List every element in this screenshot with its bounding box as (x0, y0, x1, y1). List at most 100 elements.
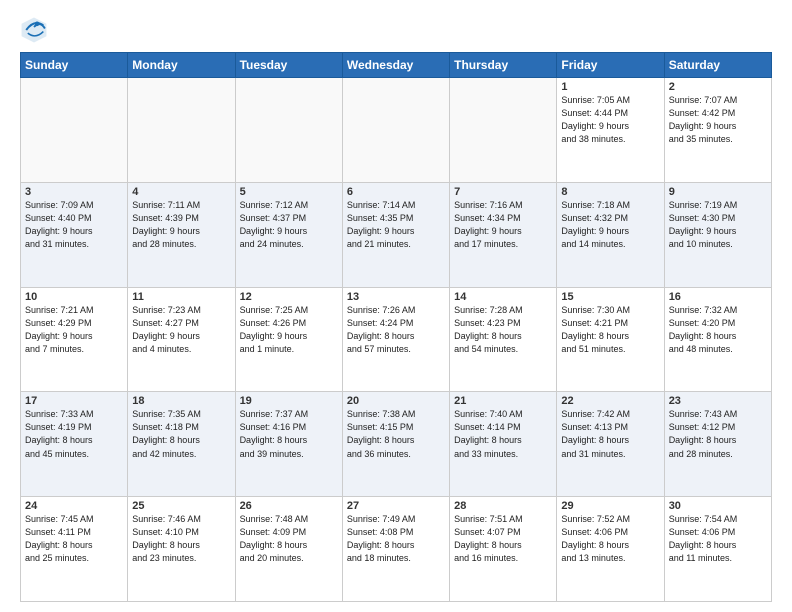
calendar-cell: 14Sunrise: 7:28 AM Sunset: 4:23 PM Dayli… (450, 287, 557, 392)
day-info: Sunrise: 7:45 AM Sunset: 4:11 PM Dayligh… (25, 513, 123, 565)
day-info: Sunrise: 7:30 AM Sunset: 4:21 PM Dayligh… (561, 304, 659, 356)
day-info: Sunrise: 7:40 AM Sunset: 4:14 PM Dayligh… (454, 408, 552, 460)
day-number: 18 (132, 395, 230, 407)
calendar-header-thursday: Thursday (450, 53, 557, 78)
calendar-cell (450, 78, 557, 183)
day-number: 27 (347, 500, 445, 512)
day-info: Sunrise: 7:21 AM Sunset: 4:29 PM Dayligh… (25, 304, 123, 356)
day-info: Sunrise: 7:05 AM Sunset: 4:44 PM Dayligh… (561, 94, 659, 146)
day-info: Sunrise: 7:46 AM Sunset: 4:10 PM Dayligh… (132, 513, 230, 565)
day-number: 24 (25, 500, 123, 512)
calendar-week-2: 3Sunrise: 7:09 AM Sunset: 4:40 PM Daylig… (21, 182, 772, 287)
calendar-cell: 9Sunrise: 7:19 AM Sunset: 4:30 PM Daylig… (664, 182, 771, 287)
day-info: Sunrise: 7:25 AM Sunset: 4:26 PM Dayligh… (240, 304, 338, 356)
day-number: 6 (347, 186, 445, 198)
day-info: Sunrise: 7:12 AM Sunset: 4:37 PM Dayligh… (240, 199, 338, 251)
day-info: Sunrise: 7:28 AM Sunset: 4:23 PM Dayligh… (454, 304, 552, 356)
logo (20, 16, 52, 44)
calendar-cell: 5Sunrise: 7:12 AM Sunset: 4:37 PM Daylig… (235, 182, 342, 287)
calendar-cell: 3Sunrise: 7:09 AM Sunset: 4:40 PM Daylig… (21, 182, 128, 287)
calendar-cell (342, 78, 449, 183)
day-number: 7 (454, 186, 552, 198)
day-info: Sunrise: 7:14 AM Sunset: 4:35 PM Dayligh… (347, 199, 445, 251)
day-info: Sunrise: 7:19 AM Sunset: 4:30 PM Dayligh… (669, 199, 767, 251)
page: SundayMondayTuesdayWednesdayThursdayFrid… (0, 0, 792, 612)
calendar-cell: 24Sunrise: 7:45 AM Sunset: 4:11 PM Dayli… (21, 497, 128, 602)
day-number: 10 (25, 291, 123, 303)
day-number: 20 (347, 395, 445, 407)
calendar-table: SundayMondayTuesdayWednesdayThursdayFrid… (20, 52, 772, 602)
calendar-cell: 30Sunrise: 7:54 AM Sunset: 4:06 PM Dayli… (664, 497, 771, 602)
calendar-cell: 26Sunrise: 7:48 AM Sunset: 4:09 PM Dayli… (235, 497, 342, 602)
day-number: 23 (669, 395, 767, 407)
day-info: Sunrise: 7:11 AM Sunset: 4:39 PM Dayligh… (132, 199, 230, 251)
calendar-cell: 18Sunrise: 7:35 AM Sunset: 4:18 PM Dayli… (128, 392, 235, 497)
day-info: Sunrise: 7:49 AM Sunset: 4:08 PM Dayligh… (347, 513, 445, 565)
day-info: Sunrise: 7:16 AM Sunset: 4:34 PM Dayligh… (454, 199, 552, 251)
calendar-week-4: 17Sunrise: 7:33 AM Sunset: 4:19 PM Dayli… (21, 392, 772, 497)
calendar-header-saturday: Saturday (664, 53, 771, 78)
calendar-cell: 13Sunrise: 7:26 AM Sunset: 4:24 PM Dayli… (342, 287, 449, 392)
day-number: 13 (347, 291, 445, 303)
calendar-cell: 29Sunrise: 7:52 AM Sunset: 4:06 PM Dayli… (557, 497, 664, 602)
calendar-cell: 28Sunrise: 7:51 AM Sunset: 4:07 PM Dayli… (450, 497, 557, 602)
day-info: Sunrise: 7:09 AM Sunset: 4:40 PM Dayligh… (25, 199, 123, 251)
day-info: Sunrise: 7:51 AM Sunset: 4:07 PM Dayligh… (454, 513, 552, 565)
calendar-cell: 16Sunrise: 7:32 AM Sunset: 4:20 PM Dayli… (664, 287, 771, 392)
calendar-cell: 27Sunrise: 7:49 AM Sunset: 4:08 PM Dayli… (342, 497, 449, 602)
calendar-week-1: 1Sunrise: 7:05 AM Sunset: 4:44 PM Daylig… (21, 78, 772, 183)
calendar-cell: 22Sunrise: 7:42 AM Sunset: 4:13 PM Dayli… (557, 392, 664, 497)
day-info: Sunrise: 7:43 AM Sunset: 4:12 PM Dayligh… (669, 408, 767, 460)
day-info: Sunrise: 7:35 AM Sunset: 4:18 PM Dayligh… (132, 408, 230, 460)
calendar-cell: 11Sunrise: 7:23 AM Sunset: 4:27 PM Dayli… (128, 287, 235, 392)
day-number: 4 (132, 186, 230, 198)
day-number: 5 (240, 186, 338, 198)
calendar-header-wednesday: Wednesday (342, 53, 449, 78)
day-info: Sunrise: 7:52 AM Sunset: 4:06 PM Dayligh… (561, 513, 659, 565)
calendar-cell: 12Sunrise: 7:25 AM Sunset: 4:26 PM Dayli… (235, 287, 342, 392)
day-number: 8 (561, 186, 659, 198)
calendar-cell: 15Sunrise: 7:30 AM Sunset: 4:21 PM Dayli… (557, 287, 664, 392)
day-number: 14 (454, 291, 552, 303)
calendar-week-3: 10Sunrise: 7:21 AM Sunset: 4:29 PM Dayli… (21, 287, 772, 392)
calendar-cell: 1Sunrise: 7:05 AM Sunset: 4:44 PM Daylig… (557, 78, 664, 183)
header (20, 16, 772, 44)
calendar-cell: 4Sunrise: 7:11 AM Sunset: 4:39 PM Daylig… (128, 182, 235, 287)
calendar-cell: 7Sunrise: 7:16 AM Sunset: 4:34 PM Daylig… (450, 182, 557, 287)
day-info: Sunrise: 7:26 AM Sunset: 4:24 PM Dayligh… (347, 304, 445, 356)
calendar-header-tuesday: Tuesday (235, 53, 342, 78)
day-info: Sunrise: 7:54 AM Sunset: 4:06 PM Dayligh… (669, 513, 767, 565)
calendar-header-monday: Monday (128, 53, 235, 78)
day-number: 19 (240, 395, 338, 407)
calendar-cell: 17Sunrise: 7:33 AM Sunset: 4:19 PM Dayli… (21, 392, 128, 497)
day-number: 9 (669, 186, 767, 198)
day-info: Sunrise: 7:38 AM Sunset: 4:15 PM Dayligh… (347, 408, 445, 460)
day-number: 3 (25, 186, 123, 198)
day-number: 25 (132, 500, 230, 512)
day-number: 11 (132, 291, 230, 303)
calendar-cell (21, 78, 128, 183)
calendar-cell (128, 78, 235, 183)
calendar-cell: 10Sunrise: 7:21 AM Sunset: 4:29 PM Dayli… (21, 287, 128, 392)
day-info: Sunrise: 7:37 AM Sunset: 4:16 PM Dayligh… (240, 408, 338, 460)
day-info: Sunrise: 7:32 AM Sunset: 4:20 PM Dayligh… (669, 304, 767, 356)
calendar-header-sunday: Sunday (21, 53, 128, 78)
calendar-header-row: SundayMondayTuesdayWednesdayThursdayFrid… (21, 53, 772, 78)
calendar-week-5: 24Sunrise: 7:45 AM Sunset: 4:11 PM Dayli… (21, 497, 772, 602)
day-info: Sunrise: 7:48 AM Sunset: 4:09 PM Dayligh… (240, 513, 338, 565)
calendar-cell: 19Sunrise: 7:37 AM Sunset: 4:16 PM Dayli… (235, 392, 342, 497)
day-info: Sunrise: 7:07 AM Sunset: 4:42 PM Dayligh… (669, 94, 767, 146)
calendar-header-friday: Friday (557, 53, 664, 78)
day-number: 28 (454, 500, 552, 512)
day-number: 2 (669, 81, 767, 93)
calendar-cell (235, 78, 342, 183)
day-number: 29 (561, 500, 659, 512)
day-number: 21 (454, 395, 552, 407)
day-number: 12 (240, 291, 338, 303)
calendar-cell: 6Sunrise: 7:14 AM Sunset: 4:35 PM Daylig… (342, 182, 449, 287)
day-number: 16 (669, 291, 767, 303)
day-number: 17 (25, 395, 123, 407)
day-number: 26 (240, 500, 338, 512)
calendar-cell: 23Sunrise: 7:43 AM Sunset: 4:12 PM Dayli… (664, 392, 771, 497)
day-number: 1 (561, 81, 659, 93)
